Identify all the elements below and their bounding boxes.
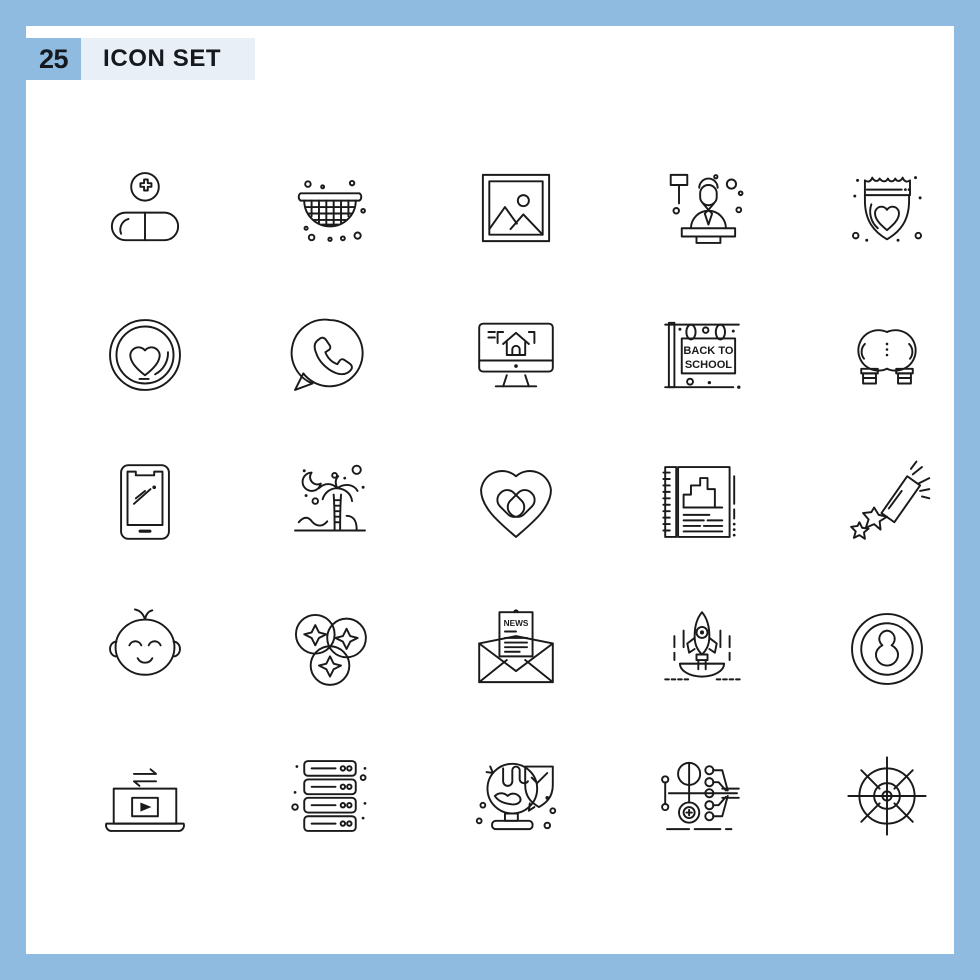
icon-cell-pill-medical-plus[interactable] — [52, 134, 238, 281]
news-label: NEWS — [504, 619, 529, 628]
icon-cell-monitor-house[interactable] — [423, 281, 609, 428]
laptop-video-streaming-icon — [104, 767, 185, 832]
back-to-school-line2: SCHOOL — [684, 358, 731, 370]
icon-cell-picture-frame[interactable] — [423, 134, 609, 281]
icon-cell-shooting-star[interactable] — [794, 428, 980, 575]
icon-cell-smartphone[interactable] — [52, 428, 238, 575]
icon-cell-baby-face[interactable] — [52, 575, 238, 722]
newsletter-envelope-icon: NEWS — [478, 608, 554, 683]
icon-cell-judge-gavel[interactable] — [609, 134, 795, 281]
double-light-bulb-icon — [857, 328, 917, 384]
notebook-report-chart-icon — [661, 465, 736, 538]
icon-cell-whatsapp[interactable] — [238, 281, 424, 428]
server-stack-icon — [291, 759, 367, 832]
icon-count-badge: 25 — [26, 38, 82, 80]
back-to-school-sign-icon: BACK TO SCHOOL — [663, 321, 741, 389]
whatsapp-phone-chat-icon — [291, 318, 364, 391]
icon-grid: BACK TO SCHOOL NEWS — [52, 134, 980, 869]
icon-cell-newsletter[interactable]: NEWS — [423, 575, 609, 722]
icon-cell-rocket-launch[interactable] — [609, 575, 795, 722]
icon-cell-back-to-school[interactable]: BACK TO SCHOOL — [609, 281, 795, 428]
header: 25 ICON SET — [26, 38, 256, 80]
page-title: ICON SET — [103, 45, 222, 72]
icon-cell-keyhole[interactable] — [794, 575, 980, 722]
strainer-colander-icon — [298, 179, 367, 242]
icon-cell-target-crosshair[interactable] — [794, 722, 980, 869]
blueberries-fruit-icon — [295, 613, 368, 686]
palm-tree-night-beach-icon — [294, 464, 367, 531]
police-badge-heart-icon — [852, 175, 923, 242]
title-container: ICON SET — [81, 38, 256, 80]
icon-cell-blueberries[interactable] — [238, 575, 424, 722]
heart-bandage-healing-icon — [480, 469, 552, 538]
heart-circle-coin-icon — [108, 318, 181, 391]
baby-face-icon — [108, 607, 181, 676]
pill-medical-plus-icon — [110, 171, 179, 241]
icon-cell-laptop-streaming[interactable] — [52, 722, 238, 869]
back-to-school-line1: BACK TO — [683, 345, 733, 357]
keyhole-lock-circle-icon — [851, 612, 924, 685]
network-nodes-diagram-icon — [660, 761, 740, 830]
icon-sheet: 25 ICON SET BACK TO SCHOOL NEWS — [26, 26, 954, 954]
poster-frame: 25 ICON SET BACK TO SCHOOL NEWS — [0, 0, 980, 980]
target-crosshair-icon — [847, 755, 927, 836]
icon-cell-double-bulb[interactable] — [794, 281, 980, 428]
smartphone-mobile-icon — [119, 463, 170, 540]
icon-cell-globe-shield[interactable] — [423, 722, 609, 869]
icon-cell-notebook-report[interactable] — [609, 428, 795, 575]
icon-cell-heart-circle[interactable] — [52, 281, 238, 428]
icon-cell-strainer[interactable] — [238, 134, 424, 281]
icon-cell-heart-bandage[interactable] — [423, 428, 609, 575]
rocket-launch-bowl-icon — [663, 610, 741, 680]
icon-cell-palm-tree-night[interactable] — [238, 428, 424, 575]
globe-shield-security-icon — [475, 762, 557, 830]
icon-cell-police-badge-heart[interactable] — [794, 134, 980, 281]
icon-cell-server-stack[interactable] — [238, 722, 424, 869]
icon-cell-network-nodes[interactable] — [609, 722, 795, 869]
monitor-house-online-icon — [478, 322, 554, 387]
picture-frame-gallery-icon — [481, 173, 551, 242]
shooting-star-comet-icon — [850, 460, 931, 540]
judge-gavel-icon — [669, 173, 744, 244]
